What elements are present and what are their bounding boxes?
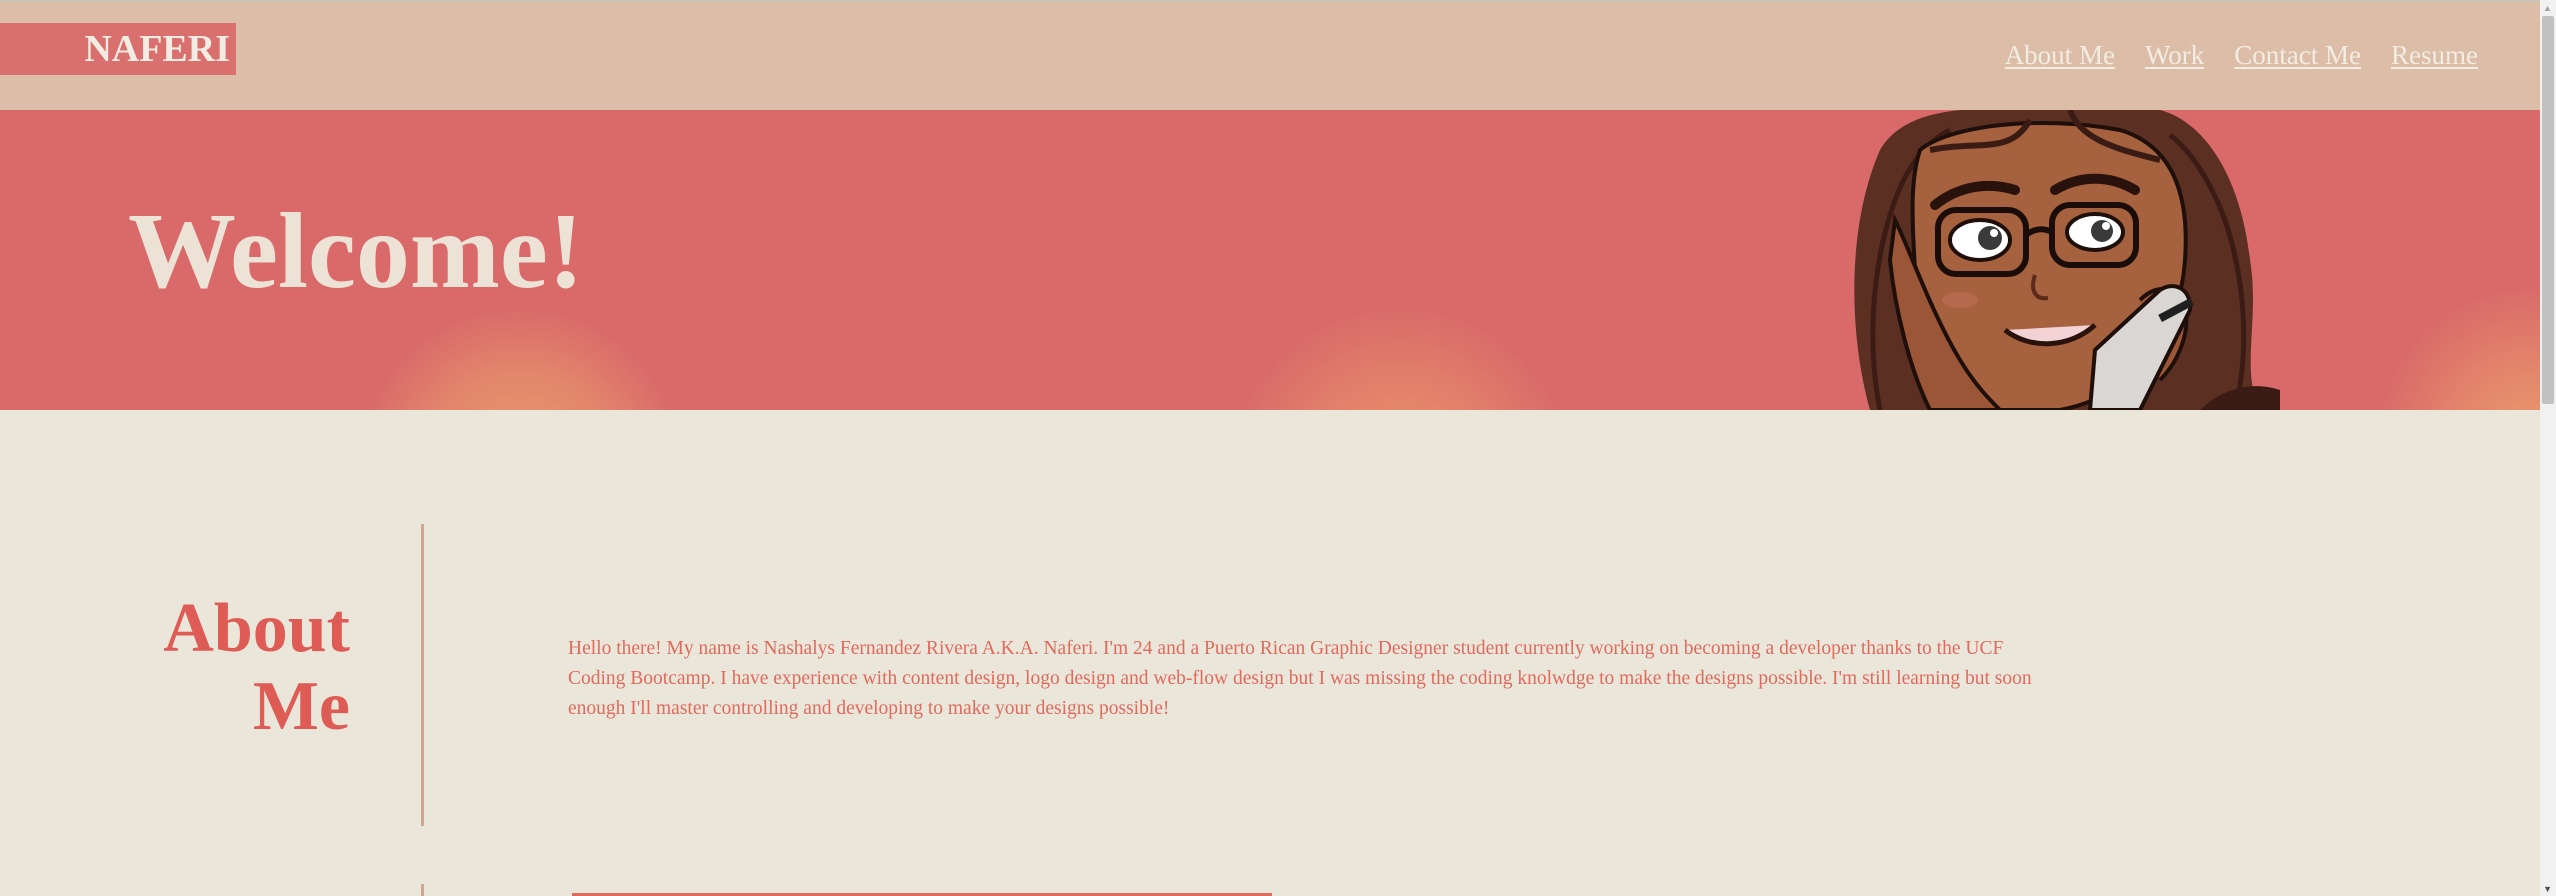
- about-title-line1: About: [163, 590, 350, 667]
- scroll-up-arrow-icon[interactable]: ▲: [2543, 4, 2552, 13]
- nav-link-work[interactable]: Work: [2145, 40, 2204, 71]
- hero-title: Welcome!: [128, 192, 584, 311]
- scrollbar-thumb[interactable]: [2542, 16, 2554, 404]
- about-divider: [421, 524, 424, 826]
- nav-link-resume[interactable]: Resume: [2391, 40, 2478, 71]
- about-text: Hello there! My name is Nashalys Fernand…: [568, 638, 2032, 719]
- hero-glow: [1230, 310, 1570, 410]
- site-header: NAFERI About Me Work Contact Me Resume: [0, 2, 2540, 110]
- avatar-illustration: [1854, 110, 2280, 410]
- scroll-down-arrow-icon[interactable]: ▼: [2543, 885, 2552, 894]
- about-title: About Me: [163, 590, 350, 746]
- hero-glow: [2380, 290, 2540, 410]
- hero-banner: Welcome!: [0, 110, 2540, 410]
- nav-link-about-me[interactable]: About Me: [2005, 40, 2115, 71]
- site-logo[interactable]: NAFERI: [0, 23, 236, 75]
- nav-link-contact-me[interactable]: Contact Me: [2234, 40, 2361, 71]
- hero-glow: [360, 310, 680, 410]
- section-divider: [421, 884, 424, 896]
- about-title-line2: Me: [252, 668, 350, 745]
- main-nav: About Me Work Contact Me Resume: [2005, 40, 2478, 71]
- page-scrollbar[interactable]: ▲ ▼: [2540, 0, 2556, 896]
